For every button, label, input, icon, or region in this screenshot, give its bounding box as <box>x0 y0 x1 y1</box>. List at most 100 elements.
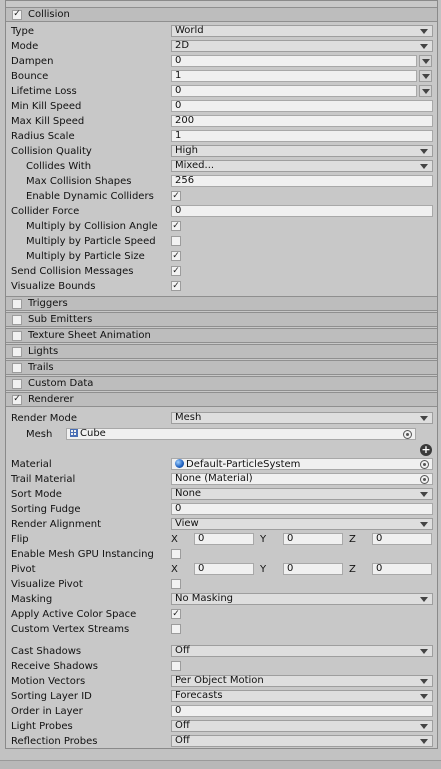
order-in-layer-field[interactable]: 0 <box>171 705 433 717</box>
mode-dropdown[interactable]: 2D <box>171 40 433 52</box>
flip-x-field[interactable]: 0 <box>194 533 254 545</box>
mode-row: Mode 2D <box>6 39 437 54</box>
multiply-by-particle-speed-checkbox[interactable] <box>171 236 181 246</box>
visualize-bounds-label: Visualize Bounds <box>11 281 96 292</box>
pivot-z-field[interactable]: 0 <box>372 563 432 575</box>
sort-mode-dropdown[interactable]: None <box>171 488 433 500</box>
chevron-down-icon <box>420 164 428 169</box>
bounce-field[interactable]: 1 <box>171 70 417 82</box>
lifetime-loss-mode-button[interactable] <box>419 85 432 97</box>
trails-enable-checkbox[interactable] <box>12 362 22 373</box>
module-header-custom-data[interactable]: Custom Data <box>6 376 437 391</box>
add-mesh-button[interactable]: + <box>420 444 432 456</box>
type-label: Type <box>11 26 34 37</box>
apply-active-color-space-checkbox[interactable]: ✓ <box>171 609 181 619</box>
mesh-object-field[interactable]: Cube <box>66 428 416 440</box>
flip-z-field[interactable]: 0 <box>372 533 432 545</box>
visualize-pivot-label: Visualize Pivot <box>11 579 83 590</box>
module-header-triggers[interactable]: Triggers <box>6 296 437 311</box>
motion-vectors-label: Motion Vectors <box>11 676 86 687</box>
sorting-fudge-label: Sorting Fudge <box>11 504 81 515</box>
lights-enable-checkbox[interactable] <box>12 346 22 357</box>
object-picker-icon[interactable] <box>420 475 429 484</box>
module-header-trails[interactable]: Trails <box>6 360 437 375</box>
enable-mesh-gpu-instancing-checkbox[interactable] <box>171 549 181 559</box>
sub-emitters-enable-checkbox[interactable] <box>12 314 22 325</box>
motion-vectors-dropdown[interactable]: Per Object Motion <box>171 675 433 687</box>
min-kill-speed-field[interactable]: 0 <box>171 100 433 112</box>
sub-emitters-title: Sub Emitters <box>28 314 93 325</box>
render-alignment-label: Render Alignment <box>11 519 102 530</box>
renderer-module-title: Renderer <box>28 394 74 405</box>
sort-mode-label: Sort Mode <box>11 489 62 500</box>
radius-scale-field[interactable]: 1 <box>171 130 433 142</box>
collision-quality-label: Collision Quality <box>11 146 92 157</box>
renderer-module-header[interactable]: ✓ Renderer <box>6 392 437 407</box>
custom-data-enable-checkbox[interactable] <box>12 378 22 389</box>
render-mode-dropdown[interactable]: Mesh <box>171 412 433 424</box>
cast-shadows-row: Cast Shadows Off <box>6 644 437 659</box>
sorting-layer-id-dropdown[interactable]: Forecasts <box>171 690 433 702</box>
light-probes-dropdown[interactable]: Off <box>171 720 433 732</box>
material-row: Material Default-ParticleSystem <box>6 457 437 472</box>
dampen-mode-button[interactable] <box>419 55 432 67</box>
send-collision-messages-checkbox[interactable]: ✓ <box>171 266 181 276</box>
render-mode-value: Mesh <box>175 412 202 423</box>
module-header-texture-sheet-animation[interactable]: Texture Sheet Animation <box>6 328 437 343</box>
visualize-bounds-checkbox[interactable]: ✓ <box>171 281 181 291</box>
reflection-probes-dropdown[interactable]: Off <box>171 735 433 747</box>
apply-active-color-space-label: Apply Active Color Space <box>11 609 137 620</box>
collision-module-header[interactable]: ✓ Collision <box>6 7 437 22</box>
multiply-by-particle-size-checkbox[interactable]: ✓ <box>171 251 181 261</box>
masking-dropdown[interactable]: No Masking <box>171 593 433 605</box>
chevron-down-icon <box>420 416 428 421</box>
pivot-x-field[interactable]: 0 <box>194 563 254 575</box>
receive-shadows-label: Receive Shadows <box>11 661 98 672</box>
pivot-y-field[interactable]: 0 <box>283 563 343 575</box>
collides-with-dropdown[interactable]: Mixed... <box>171 160 433 172</box>
object-picker-icon[interactable] <box>403 430 412 439</box>
receive-shadows-row: Receive Shadows <box>6 659 437 674</box>
visualize-pivot-checkbox[interactable] <box>171 579 181 589</box>
module-header-sub-emitters[interactable]: Sub Emitters <box>6 312 437 327</box>
collision-enable-checkbox[interactable]: ✓ <box>12 9 22 20</box>
chevron-down-icon <box>420 29 428 34</box>
reflection-probes-value: Off <box>175 735 190 746</box>
object-picker-icon[interactable] <box>420 460 429 469</box>
chevron-down-icon <box>420 679 428 684</box>
bounce-mode-button[interactable] <box>419 70 432 82</box>
max-kill-speed-field[interactable]: 200 <box>171 115 433 127</box>
collider-force-field[interactable]: 0 <box>171 205 433 217</box>
mode-value: 2D <box>175 40 190 51</box>
dampen-field[interactable]: 0 <box>171 55 417 67</box>
type-dropdown[interactable]: World <box>171 25 433 37</box>
renderer-enable-checkbox[interactable]: ✓ <box>12 394 22 405</box>
flip-label: Flip <box>11 534 29 545</box>
multiply-by-collision-angle-checkbox[interactable]: ✓ <box>171 221 181 231</box>
chevron-down-icon <box>420 694 428 699</box>
flip-y-field[interactable]: 0 <box>283 533 343 545</box>
material-object-field[interactable]: Default-ParticleSystem <box>171 458 433 470</box>
texture-sheet-animation-enable-checkbox[interactable] <box>12 330 22 341</box>
enable-dynamic-colliders-checkbox[interactable]: ✓ <box>171 191 181 201</box>
multiply-by-collision-angle-label: Multiply by Collision Angle <box>26 221 158 232</box>
max-collision-shapes-field[interactable]: 256 <box>171 175 433 187</box>
module-header-lights[interactable]: Lights <box>6 344 437 359</box>
cast-shadows-dropdown[interactable]: Off <box>171 645 433 657</box>
custom-vertex-streams-checkbox[interactable] <box>171 624 181 634</box>
light-probes-label: Light Probes <box>11 721 73 732</box>
render-alignment-dropdown[interactable]: View <box>171 518 433 530</box>
collision-quality-dropdown[interactable]: High <box>171 145 433 157</box>
particle-system-inspector: ✓ Collision Type World Mode 2D Dampen 0 Bounce… <box>5 0 438 749</box>
lifetime-loss-field[interactable]: 0 <box>171 85 417 97</box>
bounce-label: Bounce <box>11 71 49 82</box>
masking-label: Masking <box>11 594 53 605</box>
reflection-probes-label: Reflection Probes <box>11 736 98 747</box>
triggers-enable-checkbox[interactable] <box>12 298 22 309</box>
sorting-fudge-field[interactable]: 0 <box>171 503 433 515</box>
enable-dynamic-colliders-row: Enable Dynamic Colliders ✓ <box>6 189 437 204</box>
trail-material-object-field[interactable]: None (Material) <box>171 473 433 485</box>
mesh-icon <box>70 429 78 437</box>
receive-shadows-checkbox[interactable] <box>171 661 181 671</box>
sorting-layer-id-value: Forecasts <box>175 690 223 701</box>
